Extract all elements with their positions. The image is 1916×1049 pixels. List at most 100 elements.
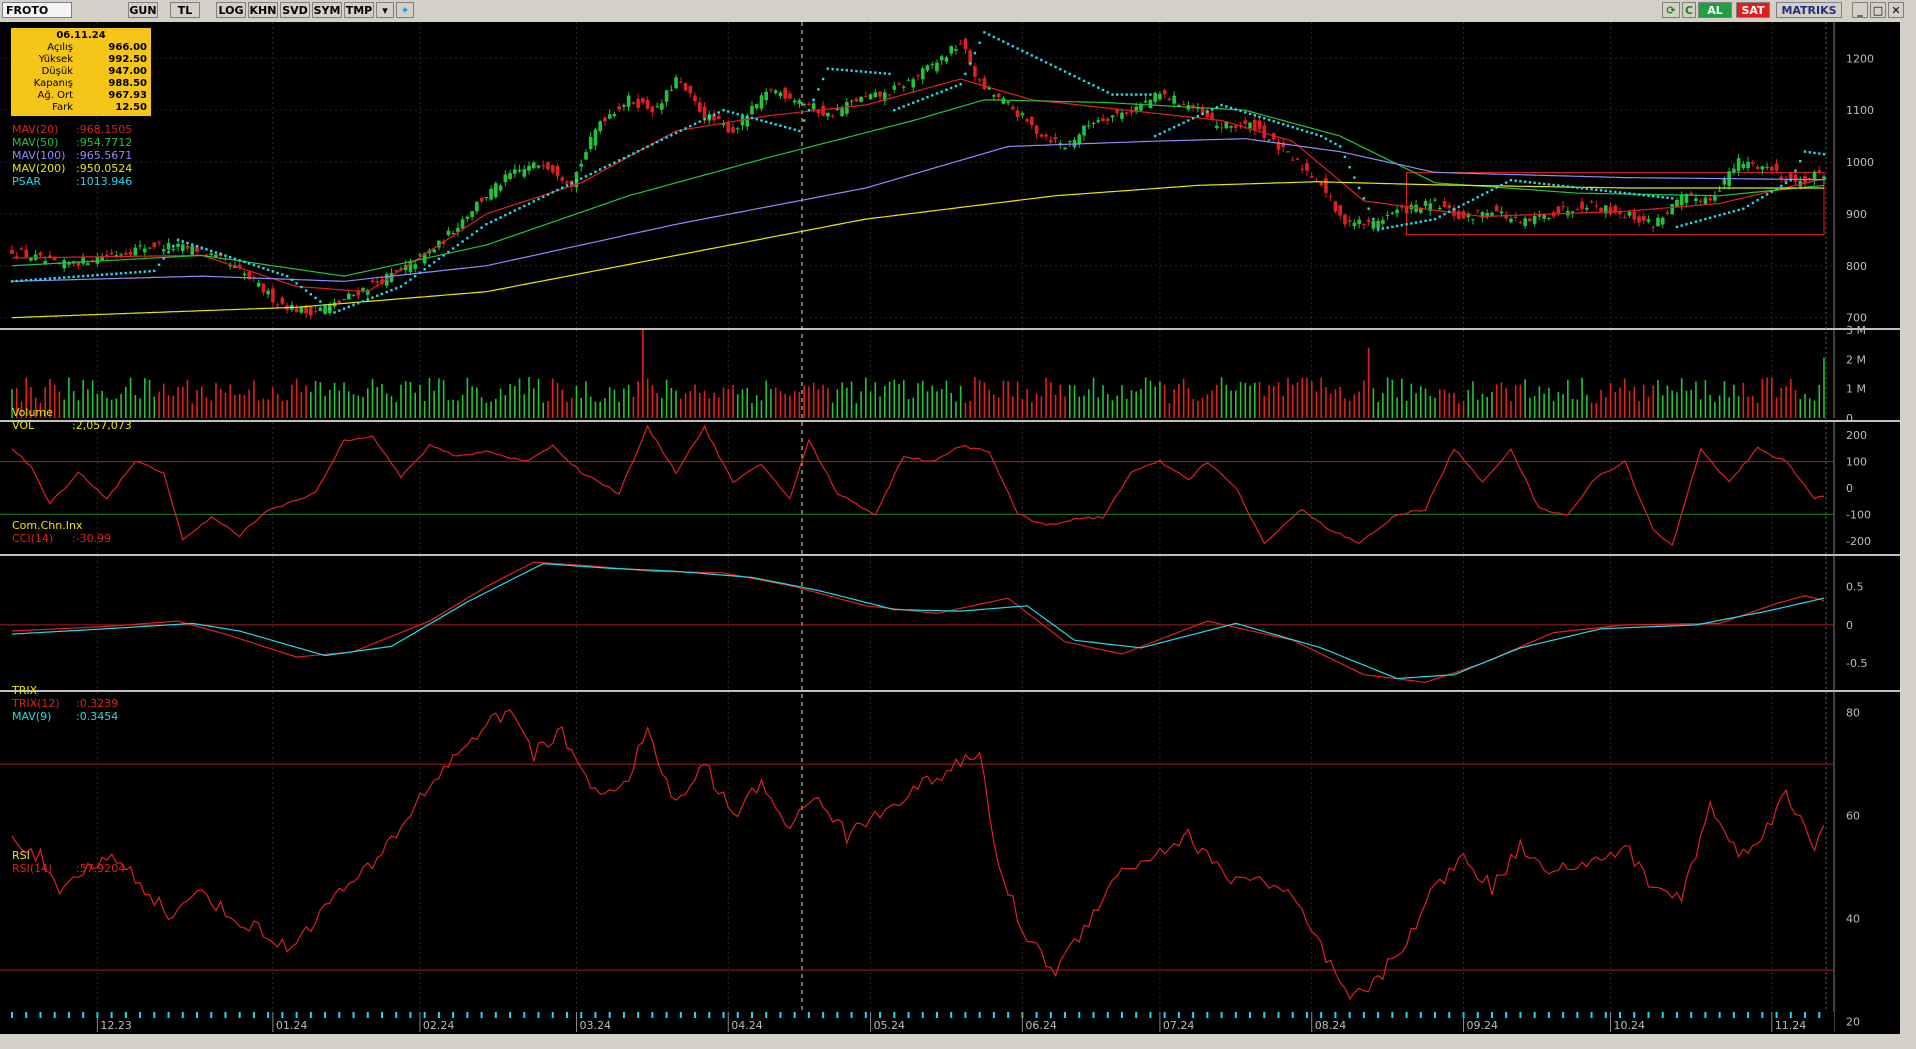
candle-body: [266, 290, 270, 295]
psar-dot: [1229, 106, 1233, 110]
khn-button[interactable]: KHN: [248, 2, 278, 18]
candle-body: [925, 65, 930, 71]
candle-body: [157, 242, 161, 244]
candle-body: [1243, 120, 1248, 124]
candle-body: [1015, 110, 1020, 118]
candle-body: [1736, 158, 1741, 172]
psar-dot: [1049, 63, 1053, 66]
c-icon[interactable]: C: [1682, 2, 1696, 18]
candle-body: [1385, 214, 1390, 216]
psar-dot: [1737, 208, 1740, 212]
psar-dot: [447, 250, 450, 254]
psar-dot: [1348, 166, 1351, 169]
legend-value: :965.5671: [76, 149, 133, 162]
candle-body: [38, 252, 43, 256]
candle-body: [949, 46, 954, 54]
psar-dot: [1353, 176, 1356, 179]
y-tick-label: -100: [1846, 508, 1871, 521]
psar-dot: [119, 272, 123, 275]
y-tick-label: 60: [1846, 810, 1860, 823]
sym-label: SYM: [313, 4, 341, 17]
candle-body: [1632, 211, 1637, 220]
symbol-button[interactable]: FROTO: [2, 2, 72, 18]
psar-dot: [290, 278, 294, 281]
candle-body: [683, 82, 688, 91]
psar-dot: [48, 277, 52, 280]
psar-dot: [1542, 182, 1546, 186]
x-tick-label: 06.24: [1025, 1019, 1057, 1032]
x-tick-label: 05.24: [874, 1019, 906, 1032]
psar-dot: [1566, 185, 1570, 188]
psar-dot: [1263, 117, 1266, 120]
candle-body: [1371, 220, 1376, 229]
close-icon[interactable]: ✕: [1888, 2, 1904, 18]
psar-dot: [1614, 190, 1617, 194]
candle-body: [1594, 205, 1599, 207]
psar-dot: [1187, 119, 1190, 122]
psar-dot: [200, 246, 203, 249]
psar-dot: [665, 136, 668, 139]
psar-dot: [893, 108, 896, 112]
psar-dot: [423, 268, 426, 271]
legend-value: :0.3239: [76, 697, 119, 710]
candle-body: [1143, 100, 1148, 103]
svd-button[interactable]: SVD: [280, 2, 310, 18]
candle-body: [892, 85, 897, 90]
candle-body: [128, 251, 133, 255]
maximize-icon[interactable]: □: [1870, 2, 1886, 18]
psar-dot: [693, 122, 697, 126]
psar-dot: [570, 181, 573, 185]
psar-dot: [238, 259, 241, 262]
psar-dot: [1457, 205, 1460, 209]
minimize-icon[interactable]: _: [1852, 2, 1868, 18]
psar-dot: [489, 220, 493, 224]
candle-body: [754, 104, 759, 109]
psar-dot: [380, 292, 384, 296]
psar-dot: [1296, 127, 1299, 130]
brand-label: MATRIKS: [1781, 4, 1837, 17]
psar-dot: [992, 35, 996, 39]
tmp-button[interactable]: TMP: [344, 2, 374, 18]
legend-vol: VOL :2,057,073: [12, 419, 132, 432]
y-tick-label: 100: [1846, 456, 1867, 469]
right-edge: [1900, 22, 1916, 1034]
refresh-icon[interactable]: ⟳: [1662, 2, 1680, 18]
psar-dot: [91, 274, 94, 277]
psar-dot: [1073, 74, 1076, 78]
candle-body: [1105, 118, 1110, 121]
info-date: 06.11.24: [56, 30, 106, 41]
dropdown-arrow-icon[interactable]: ▾: [376, 2, 394, 18]
legend-name: VOL: [12, 419, 35, 432]
twitter-icon[interactable]: ✦: [396, 2, 414, 18]
candle-body: [1599, 207, 1603, 212]
psar-dot: [561, 186, 564, 189]
sym-button[interactable]: SYM: [312, 2, 342, 18]
psar-dot: [1395, 224, 1399, 228]
gun-button[interactable]: GUN: [128, 2, 158, 18]
al-button[interactable]: AL: [1698, 2, 1732, 18]
psar-dot: [1040, 58, 1043, 62]
candle-body: [1689, 192, 1693, 195]
psar-dot: [357, 301, 360, 305]
psar-dot: [1201, 112, 1204, 116]
candle-body: [1001, 98, 1006, 104]
candle-body: [1523, 218, 1527, 226]
legend-value: :1013.946: [76, 175, 133, 188]
psar-dot: [1168, 128, 1171, 131]
candle-body: [1390, 212, 1395, 214]
candle-body: [778, 92, 783, 96]
psar-dot: [760, 119, 763, 122]
bottom-scrollbar[interactable]: [0, 1034, 1916, 1049]
psar-dot: [1429, 218, 1432, 222]
candle-body: [1381, 220, 1385, 224]
psar-dot: [1780, 184, 1783, 188]
tl-button[interactable]: TL: [170, 2, 200, 18]
candle-body: [1751, 161, 1755, 164]
candle-body: [95, 256, 100, 264]
psar-dot: [584, 175, 588, 178]
psar-dot: [58, 276, 61, 280]
sat-button[interactable]: SAT: [1736, 2, 1770, 18]
candle-body: [826, 112, 830, 117]
log-button[interactable]: LOG: [216, 2, 246, 18]
psar-dot: [959, 83, 962, 86]
